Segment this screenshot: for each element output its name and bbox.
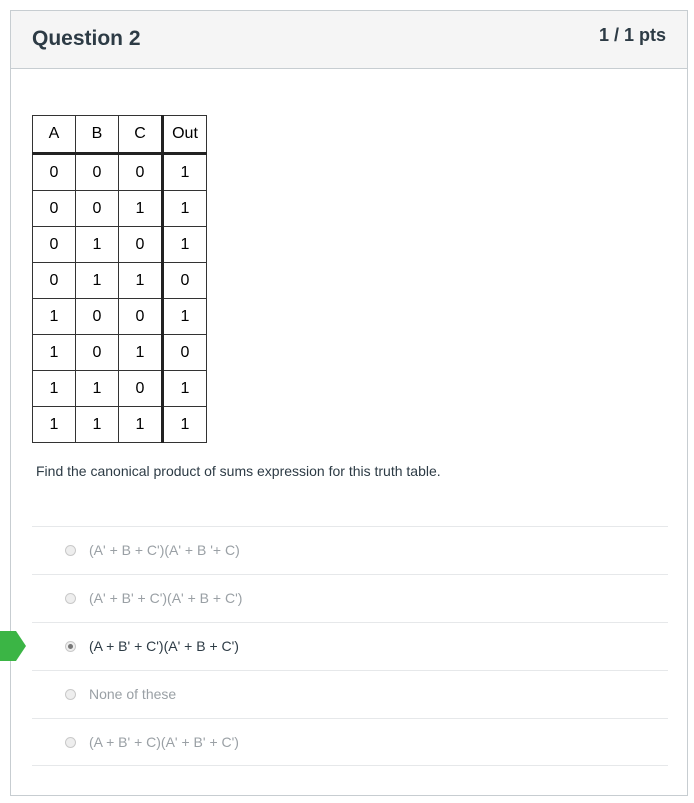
cell-c: 0 xyxy=(118,226,163,263)
cell-b: 0 xyxy=(75,153,119,191)
cell-out: 1 xyxy=(161,190,207,227)
table-row: 0 0 0 1 xyxy=(32,153,207,191)
cell-out: 1 xyxy=(161,298,207,335)
answer-list: (A' + B + C')(A' + B '+ C) (A' + B' + C'… xyxy=(32,526,668,766)
cell-c: 1 xyxy=(118,406,163,443)
cell-a: 1 xyxy=(32,334,76,371)
answer-option-4[interactable]: None of these xyxy=(32,670,668,718)
truth-table: A B C Out 0 0 0 1 0 0 1 1 0 1 0 1 0 1 1 … xyxy=(32,115,207,443)
cell-b: 1 xyxy=(75,226,119,263)
question-title: Question 2 xyxy=(32,27,141,50)
cell-c: 1 xyxy=(118,262,163,299)
cell-c: 1 xyxy=(118,190,163,227)
cell-c: 0 xyxy=(118,370,163,407)
cell-c: 0 xyxy=(118,153,163,191)
radio-button[interactable] xyxy=(65,737,76,748)
truth-table-header-row: A B C Out xyxy=(32,115,207,154)
answer-option-3[interactable]: (A + B' + C')(A' + B + C') xyxy=(32,622,668,670)
table-row: 1 0 0 1 xyxy=(32,298,207,335)
header-a: A xyxy=(32,115,76,154)
correct-answer-flag-icon xyxy=(0,631,26,661)
cell-a: 1 xyxy=(32,406,76,443)
table-row: 0 1 0 1 xyxy=(32,226,207,263)
table-row: 1 1 0 1 xyxy=(32,370,207,407)
cell-out: 0 xyxy=(161,262,207,299)
question-header: Question 2 1 / 1 pts xyxy=(11,11,687,69)
cell-a: 0 xyxy=(32,190,76,227)
answer-label: (A' + B + C')(A' + B '+ C) xyxy=(89,542,240,558)
cell-out: 1 xyxy=(161,370,207,407)
truth-table-image: A B C Out 0 0 0 1 0 0 1 1 0 1 0 1 0 1 1 … xyxy=(32,115,207,443)
answer-option-5[interactable]: (A + B' + C)(A' + B' + C') xyxy=(32,718,668,766)
cell-c: 1 xyxy=(118,334,163,371)
header-out: Out xyxy=(161,115,207,154)
cell-a: 0 xyxy=(32,153,76,191)
table-row: 0 1 1 0 xyxy=(32,262,207,299)
cell-b: 0 xyxy=(75,298,119,335)
cell-b: 0 xyxy=(75,334,119,371)
table-row: 0 0 1 1 xyxy=(32,190,207,227)
cell-b: 1 xyxy=(75,262,119,299)
table-row: 1 0 1 0 xyxy=(32,334,207,371)
answer-option-2[interactable]: (A' + B' + C')(A' + B + C') xyxy=(32,574,668,622)
answer-option-1[interactable]: (A' + B + C')(A' + B '+ C) xyxy=(32,526,668,574)
cell-out: 1 xyxy=(161,226,207,263)
cell-b: 0 xyxy=(75,190,119,227)
radio-button[interactable] xyxy=(65,545,76,556)
cell-out: 1 xyxy=(161,153,207,191)
answer-label: None of these xyxy=(89,686,177,702)
cell-c: 0 xyxy=(118,298,163,335)
answer-label: (A' + B' + C')(A' + B + C') xyxy=(89,590,243,606)
question-points: 1 / 1 pts xyxy=(598,25,666,45)
answer-label: (A + B' + C')(A' + B + C') xyxy=(89,638,239,654)
radio-button-selected[interactable] xyxy=(65,641,76,652)
header-b: B xyxy=(75,115,119,154)
radio-button[interactable] xyxy=(65,593,76,604)
radio-button[interactable] xyxy=(65,689,76,700)
cell-b: 1 xyxy=(75,406,119,443)
cell-a: 0 xyxy=(32,226,76,263)
cell-a: 0 xyxy=(32,262,76,299)
cell-a: 1 xyxy=(32,370,76,407)
header-c: C xyxy=(118,115,163,154)
quiz-question: Question 2 1 / 1 pts A B C Out 0 0 0 1 0… xyxy=(10,10,688,796)
table-row: 1 1 1 1 xyxy=(32,406,207,443)
question-prompt: Find the canonical product of sums expre… xyxy=(36,463,441,479)
cell-a: 1 xyxy=(32,298,76,335)
cell-out: 0 xyxy=(161,334,207,371)
cell-out: 1 xyxy=(161,406,207,443)
cell-b: 1 xyxy=(75,370,119,407)
answer-label: (A + B' + C)(A' + B' + C') xyxy=(89,734,239,750)
